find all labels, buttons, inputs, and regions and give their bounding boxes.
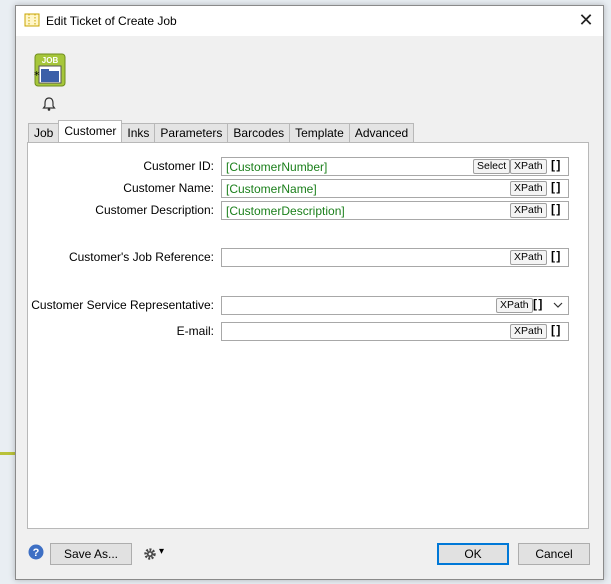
ok-button[interactable]: OK xyxy=(437,543,509,565)
tab-customer[interactable]: Customer xyxy=(58,120,123,142)
title-bar: Edit Ticket of Create Job ✕ xyxy=(16,6,603,36)
customer-description-value: [CustomerDescription] xyxy=(226,204,345,218)
email-field[interactable]: XPath [ ] xyxy=(221,322,569,341)
job-icon-label: JOB xyxy=(42,56,59,65)
service-rep-label: Customer Service Representative: xyxy=(31,298,214,312)
close-button[interactable]: ✕ xyxy=(575,10,597,32)
svg-text:?: ? xyxy=(33,547,40,559)
job-reference-xpath-button[interactable]: XPath xyxy=(510,250,547,265)
customer-description-field[interactable]: [CustomerDescription] XPath [ ] xyxy=(221,201,569,220)
help-icon[interactable]: ? xyxy=(28,544,44,560)
customer-name-xpath-button[interactable]: XPath xyxy=(510,181,547,196)
customer-id-value: [CustomerNumber] xyxy=(226,160,328,174)
customer-id-label: Customer ID: xyxy=(143,159,214,173)
job-icon: JOB * xyxy=(31,53,67,89)
tab-advanced[interactable]: Advanced xyxy=(348,123,415,142)
job-reference-label: Customer's Job Reference: xyxy=(68,250,214,264)
customer-name-label: Customer Name: xyxy=(123,181,214,195)
customer-id-xpath-button[interactable]: XPath xyxy=(510,159,547,174)
tab-barcodes[interactable]: Barcodes xyxy=(227,123,291,142)
dialog-footer: ? Save As... ▾ OK Cancel xyxy=(16,536,603,579)
tab-bar: Job Customer Inks Parameters Barcodes Te… xyxy=(28,120,415,142)
email-label: E-mail: xyxy=(176,324,214,338)
cancel-button[interactable]: Cancel xyxy=(518,543,590,565)
ticket-icon xyxy=(24,13,40,27)
tab-job[interactable]: Job xyxy=(28,123,60,142)
service-rep-bracket-button[interactable]: [ ] xyxy=(533,297,542,311)
customer-id-field[interactable]: [CustomerNumber] Select XPath [ ] xyxy=(221,157,569,176)
service-rep-xpath-button[interactable]: XPath xyxy=(496,298,533,313)
bell-icon[interactable] xyxy=(41,96,57,112)
customer-id-bracket-button[interactable]: [ ] xyxy=(551,158,560,172)
customer-name-value: [CustomerName] xyxy=(226,182,317,196)
job-reference-field[interactable]: XPath [ ] xyxy=(221,248,569,267)
save-as-button[interactable]: Save As... xyxy=(50,543,132,565)
customer-description-xpath-button[interactable]: XPath xyxy=(510,203,547,218)
job-reference-bracket-button[interactable]: [ ] xyxy=(551,249,560,263)
customer-description-bracket-button[interactable]: [ ] xyxy=(551,202,560,216)
window-title: Edit Ticket of Create Job xyxy=(46,14,177,28)
gear-caret: ▾ xyxy=(159,546,165,557)
edit-ticket-dialog: Edit Ticket of Create Job ✕ JOB * Job Cu… xyxy=(15,5,604,580)
customer-description-label: Customer Description: xyxy=(95,203,214,217)
background-line xyxy=(0,452,16,455)
email-xpath-button[interactable]: XPath xyxy=(510,324,547,339)
service-rep-field[interactable]: XPath [ ] xyxy=(221,296,569,315)
customer-name-field[interactable]: [CustomerName] XPath [ ] xyxy=(221,179,569,198)
gear-icon[interactable]: ▾ xyxy=(143,546,165,562)
customer-panel: Customer ID: [CustomerNumber] Select XPa… xyxy=(27,142,589,529)
select-button[interactable]: Select xyxy=(473,159,511,174)
customer-name-bracket-button[interactable]: [ ] xyxy=(551,180,560,194)
chevron-down-icon[interactable] xyxy=(552,298,564,312)
svg-text:*: * xyxy=(34,69,40,82)
email-bracket-button[interactable]: [ ] xyxy=(551,323,560,337)
tab-inks[interactable]: Inks xyxy=(121,123,156,142)
tab-parameters[interactable]: Parameters xyxy=(154,123,229,142)
tab-template[interactable]: Template xyxy=(289,123,350,142)
